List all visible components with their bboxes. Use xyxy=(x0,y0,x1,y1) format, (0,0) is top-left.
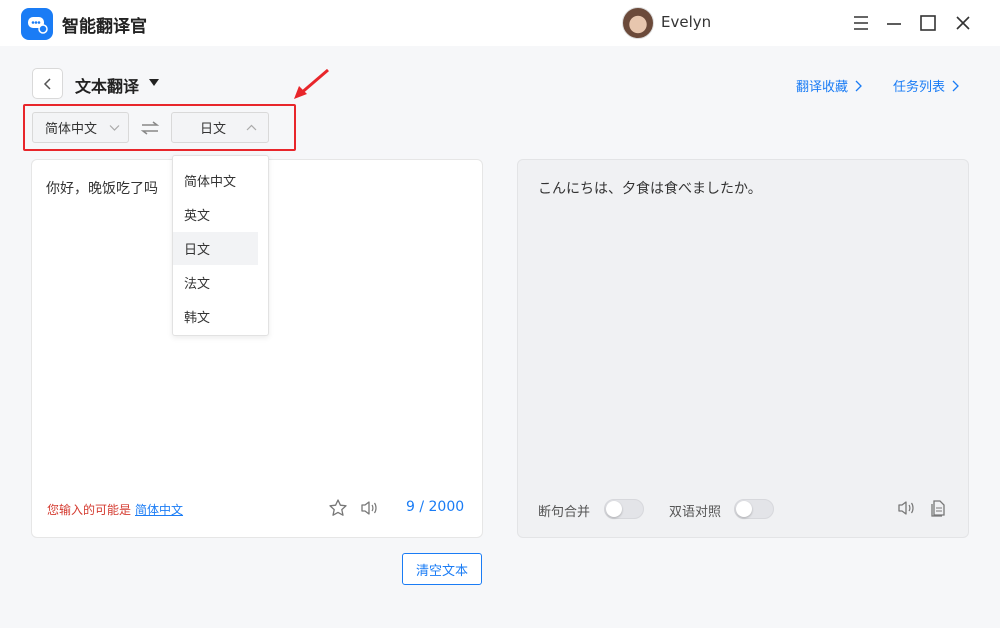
target-language-select[interactable]: 日文 xyxy=(171,112,269,143)
minimize-icon[interactable] xyxy=(884,13,904,33)
translation-output: こんにちは、夕食は食べましたか。 xyxy=(538,181,762,197)
speaker-icon[interactable] xyxy=(896,498,916,518)
source-language-select[interactable]: 简体中文 xyxy=(32,112,129,143)
chevron-left-icon xyxy=(43,77,51,90)
dropdown-item-ja[interactable]: 日文 xyxy=(173,232,258,265)
page-title[interactable]: 文本翻译 xyxy=(75,73,139,97)
chevron-down-icon xyxy=(109,125,120,131)
dropdown-item-zh[interactable]: 简体中文 xyxy=(173,164,258,197)
menu-icon[interactable] xyxy=(851,13,871,33)
chat-logo-icon xyxy=(21,8,53,40)
back-button[interactable] xyxy=(32,68,63,99)
avatar[interactable] xyxy=(622,7,654,39)
language-detect-hint: 您输入的可能是 简体中文 xyxy=(47,501,183,518)
title-bar: 智能翻译官 Evelyn xyxy=(0,0,1000,46)
target-language-value: 日文 xyxy=(200,122,227,137)
source-text-input[interactable]: 你好，晚饭吃了吗 xyxy=(46,178,158,198)
clear-text-button[interactable]: 清空文本 xyxy=(402,553,482,585)
favorites-link[interactable]: 翻译收藏 xyxy=(796,76,862,95)
bilingual-toggle[interactable] xyxy=(734,499,774,519)
target-panel: こんにちは、夕食は食べましたか。 断句合并 双语对照 xyxy=(517,159,969,538)
chevron-up-icon xyxy=(246,124,257,131)
app-title: 智能翻译官 xyxy=(62,17,147,37)
username[interactable]: Evelyn xyxy=(661,13,711,31)
swap-languages-icon[interactable] xyxy=(139,117,161,139)
char-counter: 9 / 2000 xyxy=(406,499,465,515)
tasks-link[interactable]: 任务列表 xyxy=(893,76,959,95)
caret-down-icon[interactable] xyxy=(149,79,159,86)
detected-language-link[interactable]: 简体中文 xyxy=(135,503,183,517)
source-language-value: 简体中文 xyxy=(45,122,98,137)
maximize-icon[interactable] xyxy=(918,13,938,33)
bilingual-label: 双语对照 xyxy=(669,505,722,520)
annotation-arrow-icon xyxy=(294,68,329,99)
target-language-dropdown: 简体中文 英文 日文 法文 韩文 xyxy=(172,155,269,336)
favorites-link-label: 翻译收藏 xyxy=(796,80,849,95)
detect-prefix: 您输入的可能是 xyxy=(47,503,132,517)
tasks-link-label: 任务列表 xyxy=(893,80,946,95)
speaker-icon[interactable] xyxy=(359,498,379,518)
star-icon[interactable] xyxy=(328,498,348,518)
sentence-merge-label: 断句合并 xyxy=(538,505,591,520)
close-icon[interactable] xyxy=(953,13,973,33)
dropdown-item-ko[interactable]: 韩文 xyxy=(173,300,258,333)
chevron-right-icon xyxy=(952,80,959,91)
chevron-right-icon xyxy=(855,80,862,91)
copy-icon[interactable] xyxy=(928,498,948,518)
sentence-merge-toggle[interactable] xyxy=(604,499,644,519)
dropdown-item-en[interactable]: 英文 xyxy=(173,198,258,231)
dropdown-item-fr[interactable]: 法文 xyxy=(173,266,258,299)
